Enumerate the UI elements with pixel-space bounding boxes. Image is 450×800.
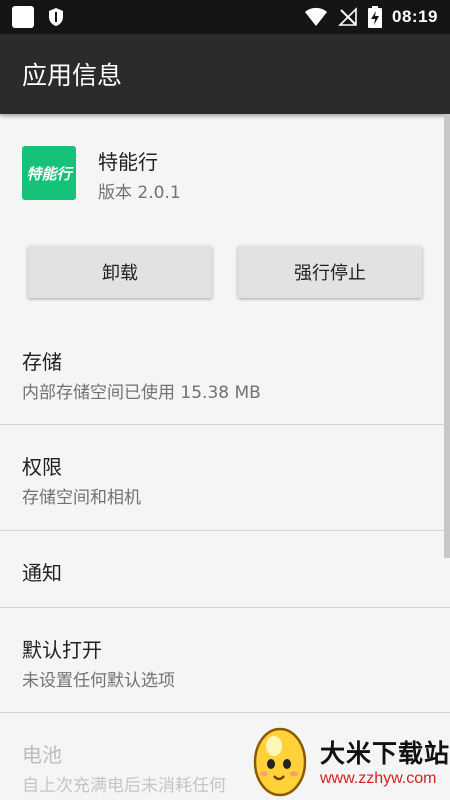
app-icon-label: 特能行 (26, 164, 72, 183)
uninstall-button-label: 卸载 (102, 263, 138, 284)
egg-mascot-icon (253, 727, 307, 797)
settings-item-summary: 自上次充满电后未消耗任何 (22, 776, 226, 796)
app-bar: 应用信息 (0, 34, 450, 114)
no-signal-icon (338, 7, 357, 26)
battery-charging-icon (368, 6, 383, 28)
settings-item-summary: 内部存储空间已使用 15.38 MB (22, 383, 261, 403)
settings-item-summary: 未设置任何默认选项 (22, 671, 175, 691)
watermark: 大米下载站 www.zzhyw.com (250, 718, 450, 800)
settings-item-open-by-default[interactable]: 默认打开 未设置任何默认选项 (0, 608, 450, 712)
force-stop-button-label: 强行停止 (294, 263, 366, 284)
clock: 08:19 (392, 7, 438, 26)
settings-item-title: 默认打开 (22, 638, 102, 662)
settings-item-title: 权限 (22, 455, 62, 479)
settings-item-storage[interactable]: 存储 内部存储空间已使用 15.38 MB (0, 324, 450, 424)
app-notification-icon (12, 6, 34, 28)
settings-item-notifications[interactable]: 通知 (0, 531, 450, 607)
page-title: 应用信息 (22, 61, 123, 90)
settings-item-title: 存储 (22, 350, 62, 374)
scrollbar[interactable] (444, 114, 450, 558)
settings-item-permissions[interactable]: 权限 存储空间和相机 (0, 425, 450, 529)
watermark-title: 大米下载站 (320, 739, 450, 768)
status-bar: 08:19 (0, 0, 450, 34)
app-version: 版本 2.0.1 (98, 183, 181, 203)
wifi-icon (305, 7, 328, 26)
shield-icon (49, 8, 63, 26)
app-name: 特能行 (98, 150, 158, 174)
settings-item-summary: 存储空间和相机 (22, 488, 141, 508)
settings-item-title: 电池 (22, 743, 62, 767)
watermark-url: www.zzhyw.com (320, 770, 437, 787)
settings-item-title: 通知 (22, 561, 62, 585)
uninstall-button[interactable]: 卸载 (28, 246, 212, 298)
force-stop-button[interactable]: 强行停止 (238, 246, 422, 298)
app-icon: 特能行 (22, 146, 76, 200)
